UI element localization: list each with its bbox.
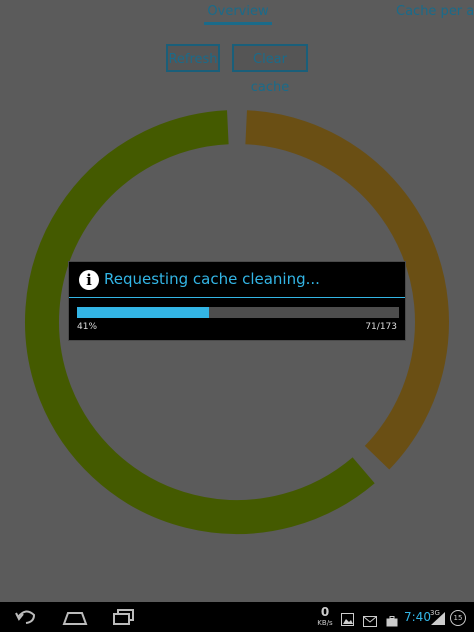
- progress-bar-fill: [77, 307, 210, 318]
- progress-percent: 41%: [77, 322, 98, 332]
- mail-icon: [363, 612, 377, 631]
- briefcase-icon: [386, 612, 398, 631]
- recent-apps-icon[interactable]: [112, 608, 136, 630]
- dialog-title: Requesting cache cleaning...: [104, 270, 320, 288]
- system-nav-bar: 0 KB/s 7:40 3G 15: [0, 602, 474, 632]
- network-speed: 0 KB/s: [317, 605, 333, 627]
- signal-icon: 3G: [430, 602, 446, 632]
- progress-bar: [77, 307, 399, 318]
- clock: 7:40: [404, 610, 431, 624]
- info-icon: i: [79, 270, 99, 290]
- dialog-divider: [69, 297, 405, 298]
- progress-count: 71/173: [365, 322, 397, 332]
- progress-dialog: i Requesting cache cleaning... 41% 71/17…: [68, 261, 406, 341]
- picture-icon: [341, 611, 354, 630]
- battery-indicator: 15: [450, 610, 466, 626]
- home-icon[interactable]: [62, 608, 88, 630]
- back-icon[interactable]: [14, 608, 38, 630]
